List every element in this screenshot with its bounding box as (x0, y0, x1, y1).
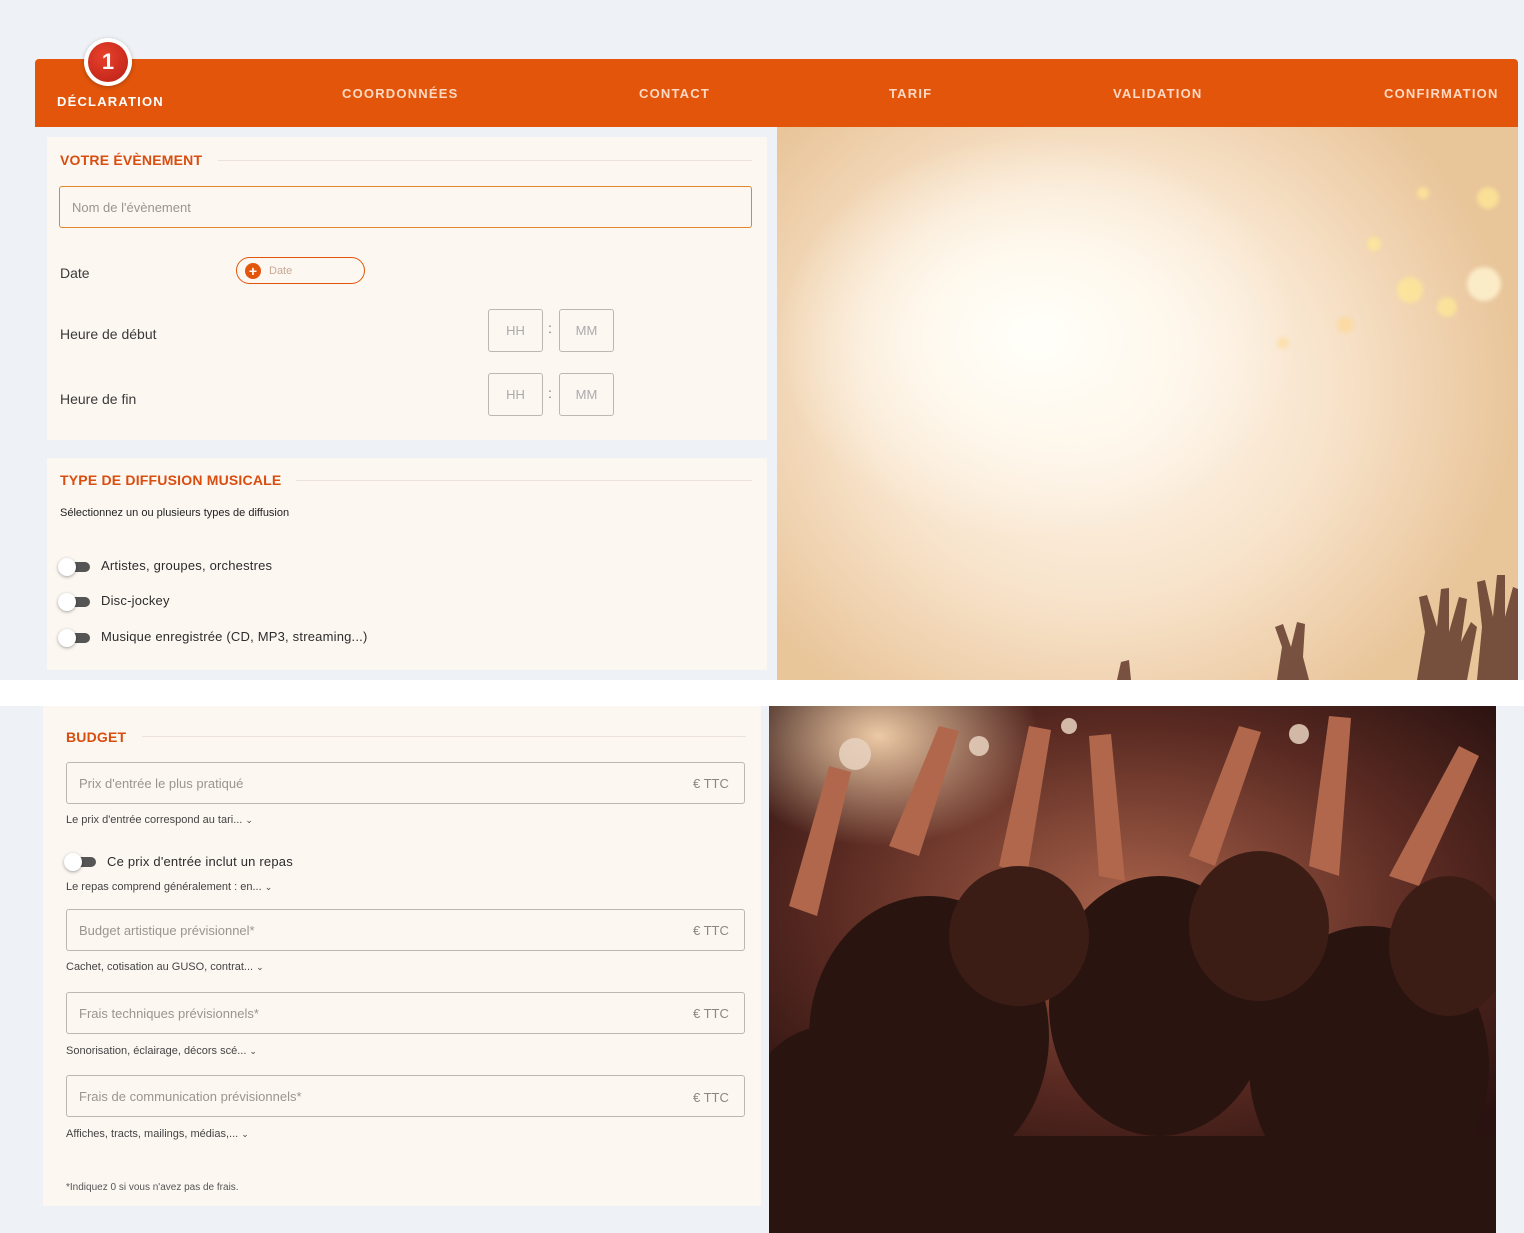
toggle-artists-label: Artistes, groupes, orchestres (101, 558, 273, 573)
start-hour-input[interactable] (488, 309, 543, 352)
current-step-number: 1 (88, 42, 128, 82)
artistic-budget-input[interactable] (66, 909, 745, 951)
step-contact[interactable]: CONTACT (639, 59, 710, 127)
meal-help[interactable]: Le repas comprend généralement : en... ⌄ (66, 881, 272, 893)
artistic-budget-help-text: Cachet, cotisation au GUSO, contrat... (66, 961, 254, 973)
plus-icon: + (245, 262, 261, 279)
chevron-down-icon: ⌄ (245, 815, 253, 825)
event-section-title: VOTRE ÉVÈNEMENT (60, 152, 203, 168)
step-coordonnees-label: COORDONNÉES (342, 85, 459, 101)
toggle-artists[interactable] (58, 558, 90, 576)
toggle-meal-included[interactable] (64, 853, 96, 871)
communication-costs-help[interactable]: Affiches, tracts, mailings, médias,... ⌄ (66, 1128, 249, 1140)
technical-costs-help-text: Sonorisation, éclairage, décors scé... (66, 1045, 247, 1057)
step-confirmation[interactable]: CONFIRMATION (1384, 59, 1499, 127)
toggle-dj[interactable] (58, 593, 90, 611)
technical-costs-input[interactable] (66, 992, 745, 1034)
toggle-dj-label: Disc-jockey (101, 593, 170, 608)
start-minute-input[interactable] (559, 309, 614, 352)
entry-price-help[interactable]: Le prix d'entrée correspond au tari... ⌄ (66, 814, 253, 826)
diffusion-subtitle: Sélectionnez un ou plusieurs types de di… (60, 507, 290, 519)
chevron-down-icon: ⌄ (256, 962, 264, 972)
event-panel (47, 137, 767, 440)
step-validation[interactable]: VALIDATION (1113, 59, 1203, 127)
end-hour-input[interactable] (488, 373, 543, 416)
step-contact-label: CONTACT (639, 85, 710, 101)
event-name-input[interactable] (59, 186, 752, 228)
registration-form-budget: BUDGET € TTC Le prix d'entrée correspond… (0, 706, 1524, 1233)
entry-price-help-text: Le prix d'entrée correspond au tari... (66, 814, 243, 826)
diffusion-section-divider (296, 480, 752, 481)
toggle-recorded-music-label: Musique enregistrée (CD, MP3, streaming.… (101, 629, 368, 644)
chevron-down-icon: ⌄ (249, 1046, 257, 1056)
step-tarif-label: TARIF (889, 85, 933, 101)
add-date-button[interactable]: + Date (236, 257, 365, 284)
entry-price-input[interactable] (66, 762, 745, 804)
entry-price-currency: € TTC (693, 776, 729, 791)
budget-footnote: *Indiquez 0 si vous n'avez pas de frais. (66, 1182, 239, 1193)
end-minute-input[interactable] (559, 373, 614, 416)
registration-form-top: DÉCLARATION COORDONNÉES CONTACT TARIF VA… (0, 0, 1524, 680)
toggle-meal-included-label: Ce prix d'entrée inclut un repas (107, 854, 293, 869)
technical-costs-help[interactable]: Sonorisation, éclairage, décors scé... ⌄ (66, 1045, 257, 1057)
raised-hands-silhouette-icon (1117, 575, 1518, 680)
communication-costs-help-text: Affiches, tracts, mailings, médias,... (66, 1128, 239, 1140)
communication-costs-currency: € TTC (693, 1090, 729, 1105)
concert-crowd-image (769, 706, 1496, 1233)
artistic-budget-help[interactable]: Cachet, cotisation au GUSO, contrat... ⌄ (66, 961, 264, 973)
chevron-down-icon: ⌄ (264, 882, 273, 892)
start-time-label: Heure de début (60, 326, 157, 342)
communication-costs-input[interactable] (66, 1075, 745, 1117)
end-time-label: Heure de fin (60, 391, 137, 407)
current-step-badge: 1 (84, 38, 132, 86)
meal-help-text: Le repas comprend généralement : en... (66, 881, 262, 893)
crowd-silhouette-icon (769, 716, 1496, 1233)
step-declaration-label: DÉCLARATION (57, 94, 164, 109)
toggle-recorded-music[interactable] (58, 629, 90, 647)
concert-lights-image (777, 127, 1518, 680)
date-label: Date (60, 265, 90, 281)
budget-section-divider (142, 736, 746, 737)
end-time-separator: : (548, 385, 552, 401)
start-time-separator: : (548, 320, 552, 336)
diffusion-section-title: TYPE DE DIFFUSION MUSICALE (60, 472, 282, 488)
technical-costs-currency: € TTC (693, 1006, 729, 1021)
artistic-budget-currency: € TTC (693, 923, 729, 938)
chevron-down-icon: ⌄ (241, 1129, 249, 1139)
step-tarif[interactable]: TARIF (889, 59, 932, 127)
event-section-divider (218, 160, 752, 161)
step-progress-bar: DÉCLARATION COORDONNÉES CONTACT TARIF VA… (35, 59, 1518, 127)
budget-section-title: BUDGET (66, 729, 127, 745)
step-confirmation-label: CONFIRMATION (1384, 85, 1499, 101)
add-date-button-label: Date (269, 264, 293, 277)
step-coordonnees[interactable]: COORDONNÉES (342, 59, 459, 127)
step-validation-label: VALIDATION (1113, 85, 1203, 101)
